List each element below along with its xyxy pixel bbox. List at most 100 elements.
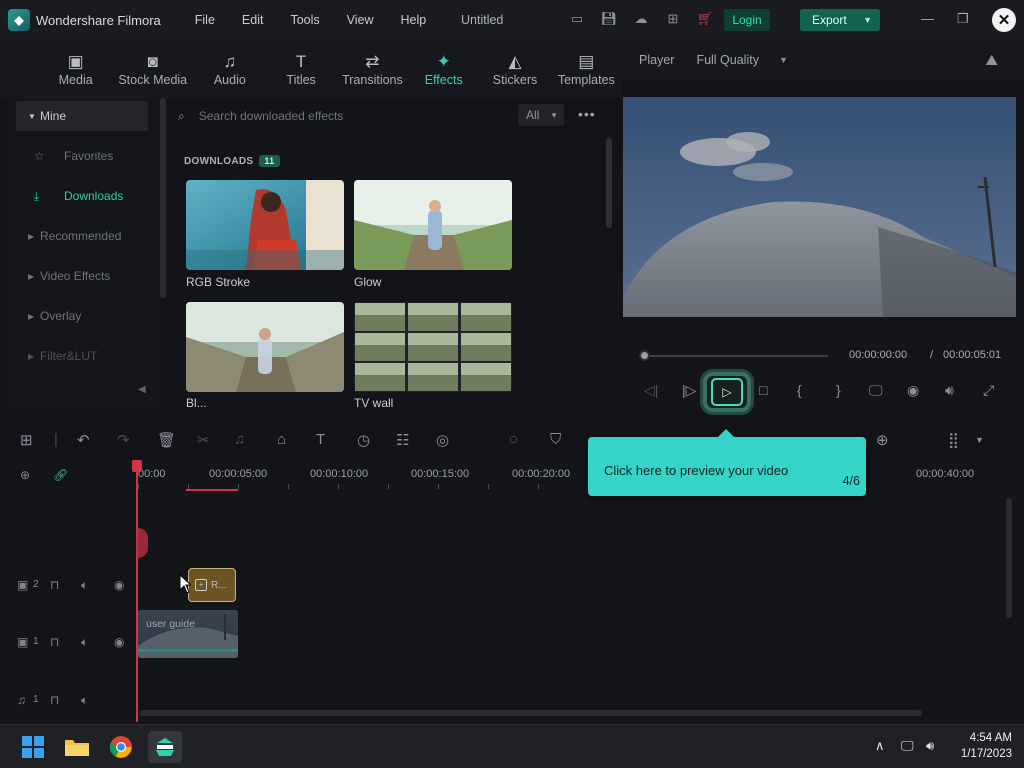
network-icon[interactable]: 🖵︎ — [901, 738, 914, 754]
chevron-down-icon[interactable]: ▼ — [975, 435, 984, 445]
restore-icon[interactable]: ❐ — [957, 11, 969, 27]
audio-wave-icon[interactable]: ◎ — [436, 431, 449, 449]
tab-audio[interactable]: ♫ Audio — [194, 40, 265, 98]
timeline-vertical-scrollbar[interactable] — [1006, 498, 1012, 618]
tab-stock-media[interactable]: ◙ Stock Media — [111, 40, 194, 98]
tab-templates[interactable]: ▤ Templates — [551, 40, 622, 98]
filmora-taskbar-button[interactable] — [148, 731, 182, 763]
export-button[interactable]: Export ▼ — [800, 9, 880, 31]
tab-stickers[interactable]: ◭ Stickers — [479, 40, 550, 98]
sidebar-item-video-effects[interactable]: ▶ Video Effects — [16, 261, 148, 291]
volume-icon[interactable]: 🔊︎ — [945, 382, 954, 399]
step-back-icon[interactable]: |▷ — [682, 382, 696, 399]
shield-marker-icon[interactable]: ⛉ — [550, 431, 561, 448]
redo-icon[interactable]: ↷ — [117, 431, 130, 449]
lock-icon[interactable]: ⊓ — [50, 693, 59, 707]
video-preview[interactable] — [623, 97, 1016, 317]
volume-icon[interactable]: 🔈︎ — [81, 635, 88, 650]
speaker-icon[interactable]: 🔊︎ — [926, 738, 934, 754]
lock-icon[interactable]: ⊓ — [50, 578, 59, 592]
grid-view-icon[interactable]: ⣿ — [948, 431, 959, 449]
menu-tools[interactable]: Tools — [290, 13, 319, 27]
mark-out-icon[interactable]: } — [836, 382, 841, 398]
sidebar-item-label: Downloads — [64, 189, 124, 203]
undo-icon[interactable]: ↶ — [77, 431, 90, 449]
menu-help[interactable]: Help — [401, 13, 427, 27]
effect-thumbnail-rgb-stroke[interactable] — [186, 180, 344, 270]
onboarding-tooltip[interactable]: Click here to preview your video 4/6 — [588, 429, 866, 496]
display-icon[interactable]: 🖵︎ — [869, 382, 883, 399]
camera-icon[interactable]: ◉ — [907, 382, 919, 399]
text-icon[interactable]: T — [316, 431, 325, 448]
cut-icon[interactable]: ✂ — [197, 431, 210, 449]
sidebar-item-recommended[interactable]: ▶ Recommended — [16, 221, 148, 251]
sidebar-item-overlay[interactable]: ▶ Overlay — [16, 301, 148, 331]
sidebar-item-downloads[interactable]: ⤓ Downloads — [16, 181, 148, 211]
quality-select[interactable]: Full Quality — [696, 53, 759, 67]
layout-icon[interactable]: ▭ — [568, 10, 586, 28]
search-input[interactable]: ⌕ Search downloaded effects — [178, 106, 508, 126]
stop-icon[interactable]: □ — [759, 382, 767, 398]
tab-titles[interactable]: T Titles — [265, 40, 336, 98]
fullscreen-icon[interactable]: ⤢ — [983, 382, 994, 399]
minimize-icon[interactable]: — — [921, 11, 934, 26]
zoom-in-icon[interactable]: ⊕ — [876, 431, 889, 449]
play-button[interactable]: ▷ — [703, 372, 751, 412]
menu-view[interactable]: View — [347, 13, 374, 27]
chevron-down-icon[interactable]: ▼ — [779, 55, 788, 65]
filter-dropdown[interactable]: All ▼ — [518, 104, 564, 126]
tab-effects[interactable]: ✦ Effects — [408, 40, 479, 98]
more-options-icon[interactable]: ••• — [578, 106, 596, 122]
render-preview-icon[interactable]: ◌ — [509, 431, 518, 448]
sidebar-item-filter-lut[interactable]: ▶ Filter&LUT — [16, 341, 148, 371]
login-button[interactable]: Login — [724, 9, 770, 31]
start-button[interactable] — [16, 731, 50, 763]
effect-thumbnail-blur[interactable] — [186, 302, 344, 392]
adjust-icon[interactable]: ☷ — [396, 431, 409, 449]
tag-icon[interactable]: ⌂ — [277, 431, 286, 448]
sidebar-scrollbar[interactable] — [160, 98, 166, 298]
time-ruler[interactable]: 00:00 00:00:05:00 00:00:10:00 00:00:15:0… — [136, 458, 1024, 492]
layout-grid-icon[interactable]: ⊞ — [20, 431, 33, 449]
effects-scrollbar[interactable] — [606, 138, 612, 228]
audio-split-icon[interactable]: ♫ — [234, 431, 245, 448]
cloud-upload-icon[interactable]: ☁ — [632, 10, 650, 28]
menu-edit[interactable]: Edit — [242, 13, 264, 27]
eye-icon[interactable]: ◉ — [114, 635, 124, 649]
volume-icon[interactable]: 🔈︎ — [81, 693, 88, 708]
menu-file[interactable]: File — [195, 13, 215, 27]
timeline-horizontal-scrollbar[interactable] — [140, 710, 922, 716]
apps-grid-icon[interactable]: ⊞ — [664, 10, 682, 28]
seek-handle[interactable] — [639, 350, 650, 361]
save-icon[interactable]: 💾︎ — [600, 10, 618, 28]
lock-icon[interactable]: ⊓ — [50, 635, 59, 649]
snapshot-view-icon[interactable]: ⛰ — [985, 52, 998, 69]
effect-clip[interactable]: + R... — [188, 568, 236, 602]
sidebar-item-favorites[interactable]: ☆ Favorites — [16, 141, 148, 171]
link-icon[interactable]: 🔗︎ — [53, 468, 68, 482]
timer-icon[interactable]: ◷ — [357, 431, 370, 449]
mark-in-icon[interactable]: { — [797, 382, 802, 398]
volume-icon[interactable]: 🔈︎ — [81, 578, 88, 593]
collapse-panel-icon[interactable]: ◀ — [138, 384, 146, 395]
effect-thumbnail-tv-wall[interactable] — [354, 302, 512, 392]
chevron-down-icon[interactable]: ▼ — [863, 15, 872, 25]
cart-icon[interactable]: 🛒︎ — [696, 10, 714, 28]
tab-media[interactable]: ▣ Media — [40, 40, 111, 98]
delete-icon[interactable]: 🗑︎ — [157, 431, 176, 449]
add-track-icon[interactable]: ⊕ — [20, 468, 30, 482]
eye-icon[interactable]: ◉ — [114, 578, 124, 592]
file-explorer-button[interactable] — [60, 731, 94, 763]
sidebar-item-mine[interactable]: ▼ Mine — [16, 101, 148, 131]
close-icon[interactable]: ✕ — [992, 8, 1016, 32]
tab-transitions[interactable]: ⇄ Transitions — [337, 40, 408, 98]
playhead[interactable] — [136, 460, 138, 722]
prev-frame-icon[interactable]: ◁| — [644, 382, 658, 399]
playhead-marker[interactable] — [136, 528, 148, 558]
chrome-button[interactable] — [104, 731, 138, 763]
video-clip[interactable]: user guide — [138, 610, 238, 658]
chevron-up-icon[interactable]: ∧ — [875, 738, 885, 754]
effect-thumbnail-glow[interactable] — [354, 180, 512, 270]
seek-bar[interactable] — [644, 355, 828, 357]
system-clock[interactable]: 4:54 AM 1/17/2023 — [952, 730, 1012, 762]
